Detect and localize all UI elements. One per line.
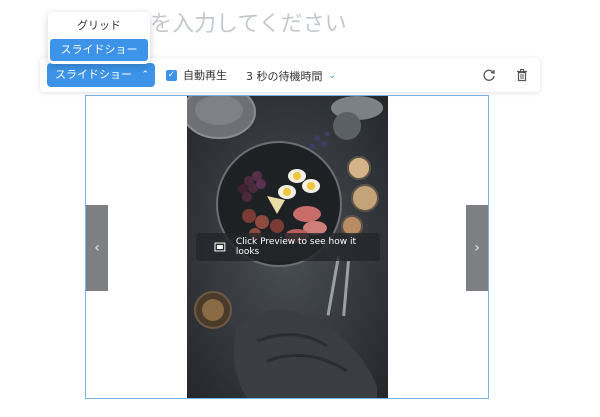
preview-icon [214, 242, 226, 252]
autoplay-toggle[interactable]: ✓ 自動再生 [166, 68, 227, 82]
refresh-icon [483, 69, 495, 81]
chevron-left-icon: ‹ [94, 240, 100, 256]
layout-select-label: スライドショー [55, 68, 132, 81]
title-input-placeholder[interactable]: ルを入力してください [128, 6, 347, 38]
preview-hint-text: Click Preview to see how it looks [235, 237, 356, 257]
interval-label: 3 秒の待機時間 [246, 70, 323, 83]
chevron-up-icon: ⌃ [141, 70, 149, 80]
next-slide-button[interactable]: › [466, 205, 488, 291]
delete-button[interactable] [513, 66, 531, 84]
layout-option-grid[interactable]: グリッド [48, 15, 150, 37]
autoplay-label: 自動再生 [183, 69, 227, 82]
refresh-button[interactable] [480, 66, 498, 84]
trash-icon [517, 69, 527, 82]
layout-select-button[interactable]: スライドショー ⌃ [47, 63, 155, 87]
layout-dropdown-menu: グリッド スライドショー [48, 12, 150, 64]
interval-select[interactable]: 3 秒の待機時間 ⌄ [246, 68, 336, 84]
chevron-down-icon: ⌄ [328, 71, 337, 81]
autoplay-checkbox[interactable]: ✓ [166, 69, 177, 81]
previous-slide-button[interactable]: ‹ [86, 205, 108, 291]
layout-option-slideshow[interactable]: スライドショー [50, 39, 148, 61]
preview-hint: Click Preview to see how it looks [196, 233, 380, 261]
chevron-right-icon: › [474, 240, 480, 256]
slideshow-frame: ‹ › Click Preview to see how it looks [85, 95, 489, 399]
